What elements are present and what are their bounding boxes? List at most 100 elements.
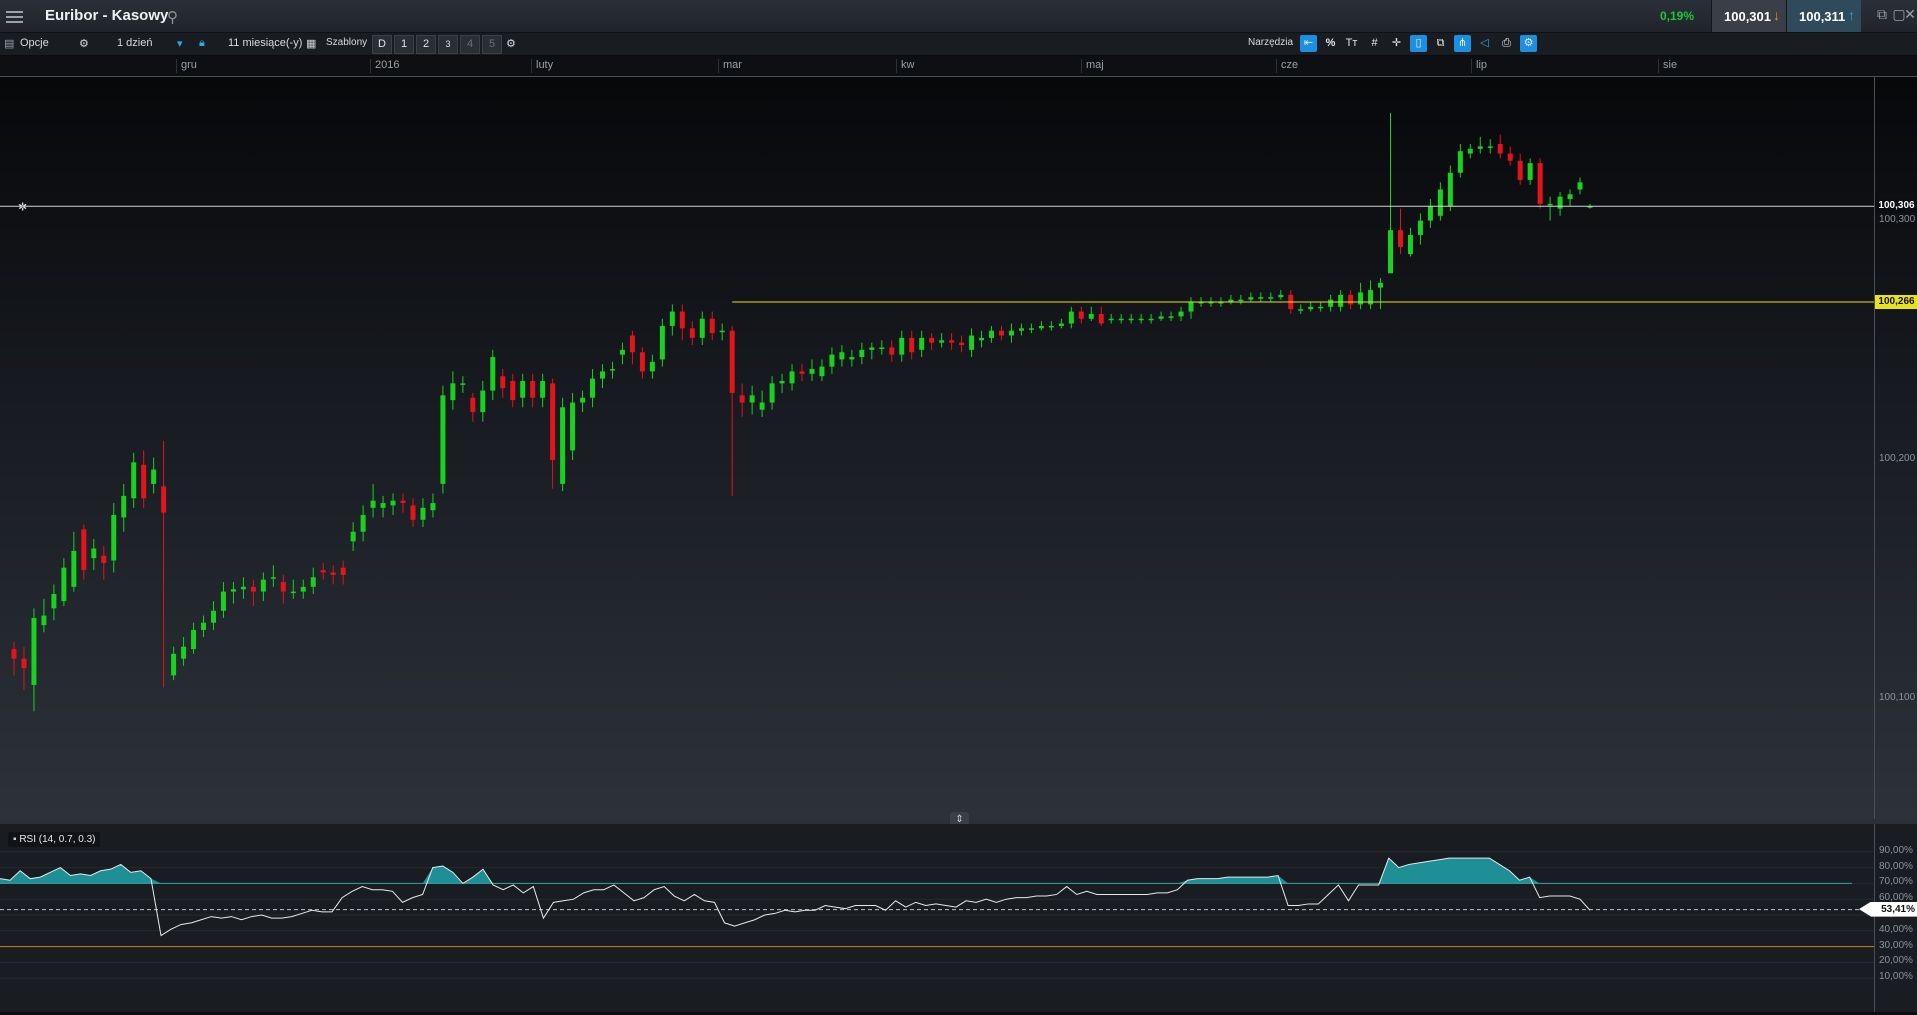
rsi-chart[interactable] (0, 824, 1917, 1012)
price-line-settings-icon[interactable]: ✲ (18, 201, 27, 213)
rsi-panel[interactable]: ▪ RSI (14, 0.7, 0.3) 90,00% 80,00% 70,00% 6… (0, 824, 1917, 1012)
candle-body (420, 507, 426, 520)
tool-tag-icon[interactable]: ◁ (1476, 35, 1493, 52)
time-axis: gru 2016 luty mar kw maj cze lip sie (0, 56, 1917, 77)
candle (91, 538, 97, 571)
tool-back-arrow-icon[interactable]: ⇤ (1300, 35, 1317, 52)
tool-candle-icon[interactable]: ▯ (1410, 35, 1427, 52)
options-gear-icon[interactable]: ⚙ (79, 37, 89, 50)
candle (1188, 297, 1194, 319)
buy-price-button[interactable]: 100,311 ↑ (1786, 0, 1861, 32)
candle-body (789, 371, 795, 384)
candle (1527, 158, 1533, 185)
candle-body (191, 629, 197, 650)
candle-body (839, 352, 845, 360)
rsi-overbought-fill (0, 858, 1590, 884)
candle-body (181, 646, 187, 659)
options-button[interactable]: Opcje (20, 37, 49, 49)
close-window-icon[interactable]: ✕ (1902, 6, 1917, 24)
candle (300, 579, 306, 599)
candle-body (969, 335, 975, 350)
candle (819, 359, 825, 381)
template-button-2[interactable]: 2 (416, 35, 436, 54)
candle-body (998, 330, 1004, 336)
month-label: luty (531, 59, 553, 73)
template-button-5[interactable]: 5 (482, 35, 502, 54)
tool-crosshair-icon[interactable]: ✛ (1388, 35, 1405, 52)
rsi-axis-tick: 40,00% (1879, 923, 1913, 935)
tool-print-icon[interactable]: ⎙ (1498, 35, 1515, 52)
candle-body (600, 371, 606, 379)
candle (909, 330, 915, 360)
template-button-4[interactable]: 4 (460, 35, 480, 54)
template-button-d[interactable]: D (372, 35, 392, 54)
templates-settings-gear-icon[interactable]: ⚙ (506, 37, 516, 50)
tool-grid-icon[interactable]: # (1366, 35, 1383, 52)
candle (430, 493, 436, 518)
tool-percent-button[interactable]: % (1322, 35, 1339, 52)
candle-body (1248, 297, 1254, 300)
candle-body (1178, 311, 1184, 317)
candle (659, 318, 665, 367)
candle (1427, 199, 1433, 228)
interval-select[interactable]: 1 dzień (117, 37, 152, 49)
candle (250, 579, 256, 606)
template-button-1[interactable]: 1 (394, 35, 414, 54)
template-button-3[interactable]: 3 (438, 35, 458, 54)
candle-body (1487, 146, 1493, 148)
price-chart[interactable]: ✲ (0, 77, 1917, 819)
candle-body (320, 570, 326, 573)
price-axis[interactable]: 100,300 100,200 100,100 100,306 100,266 (1874, 77, 1917, 819)
sell-price-button[interactable]: 100,301 ↓ (1711, 0, 1786, 32)
rsi-indicator-label[interactable]: ▪ RSI (14, 0.7, 0.3) (8, 832, 101, 847)
candle (1178, 306, 1184, 322)
candle (410, 498, 416, 527)
range-select[interactable]: 11 miesiące(-y) (228, 37, 302, 49)
candle (171, 646, 177, 681)
rsi-axis-tick: 70,00% (1879, 876, 1913, 888)
candle-body (1397, 230, 1403, 247)
candle-body (540, 380, 546, 398)
candle (669, 304, 675, 336)
candle (310, 567, 316, 595)
candle (709, 311, 715, 341)
candlestick-chart[interactable]: ✲ (0, 77, 1917, 819)
candle-body (490, 357, 496, 391)
candle-body (1238, 299, 1244, 302)
tool-layers-icon[interactable]: ⧉ (1432, 35, 1449, 52)
instrument-title: Euribor - Kasowy (45, 7, 169, 24)
candle (1477, 136, 1483, 154)
candle (71, 531, 77, 592)
candle (340, 560, 346, 585)
interval-dropdown-chevron-icon[interactable]: ▾ (177, 37, 183, 50)
candle (829, 347, 835, 374)
candle-body (111, 515, 117, 561)
candle (1248, 292, 1254, 302)
candle (749, 385, 755, 415)
candle-body (949, 340, 955, 343)
candle-body (1338, 294, 1344, 307)
candle (1298, 304, 1304, 314)
candle-body (1268, 297, 1274, 299)
calendar-icon[interactable]: ▦ (306, 37, 316, 50)
candle-body (340, 567, 346, 575)
detach-window-icon[interactable]: ⧉ (1874, 6, 1890, 24)
search-icon[interactable]: ⚲ (167, 8, 178, 26)
candle (480, 380, 486, 422)
candle-body (929, 337, 935, 343)
lock-icon[interactable]: 🔒︎ (199, 37, 205, 50)
candle (1467, 144, 1473, 159)
tool-settings-icon[interactable]: ⚙ (1520, 35, 1537, 52)
candle (1158, 311, 1164, 322)
options-menu-icon[interactable]: ▤ (4, 37, 14, 50)
title-bar: Euribor - Kasowy ⚲ 0,19% 100,301 ↓ 100,3… (0, 0, 1917, 33)
candle (689, 321, 695, 346)
rsi-axis[interactable]: 90,00%80,00%70,00%60,00%50,00%40,00%30,0… (1859, 824, 1917, 1012)
hamburger-menu-icon[interactable] (6, 8, 23, 24)
tool-fibonacci-icon[interactable]: ⋔ (1454, 35, 1471, 52)
candle-body (879, 347, 885, 349)
candle-body (1507, 153, 1513, 161)
candle (500, 369, 506, 398)
candle (1228, 294, 1234, 305)
tool-text-icon[interactable]: Tт (1343, 35, 1360, 52)
